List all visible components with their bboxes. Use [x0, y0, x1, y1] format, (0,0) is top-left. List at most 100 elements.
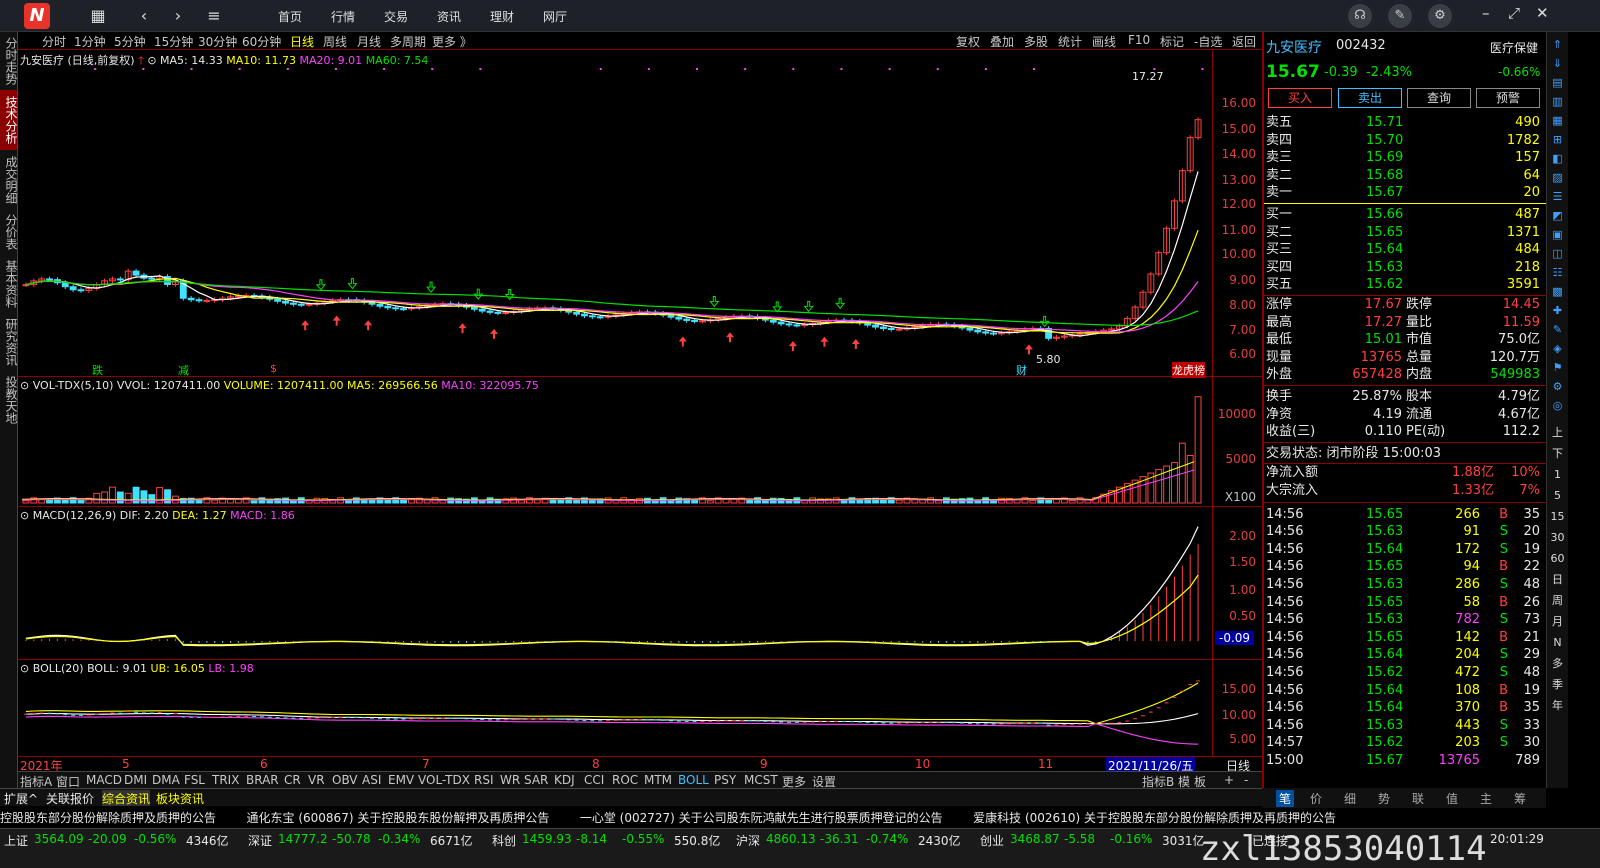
period-shortcut-7[interactable]: 日 — [1549, 571, 1566, 588]
tool-icon-1[interactable]: ⇓ — [1549, 55, 1566, 72]
tool-icon-0[interactable]: ⇑ — [1549, 36, 1566, 53]
indicator-tab-17[interactable]: KDJ — [554, 773, 575, 787]
bid-row[interactable]: 买五 15.62 3591 — [1266, 276, 1544, 293]
index-name[interactable]: 深证 — [248, 832, 272, 849]
period-shortcut-6[interactable]: 60 — [1549, 550, 1566, 567]
right-bottom-tab-2[interactable]: 细 — [1344, 790, 1356, 807]
tick-row[interactable]: 14:56 15.65 266 B 35 — [1266, 506, 1544, 523]
ask-row[interactable]: 卖一 15.67 20 — [1266, 184, 1544, 201]
tick-row[interactable]: 14:56 15.64 370 B 35 — [1266, 699, 1544, 716]
volume-panel[interactable]: ⊙ VOL-TDX(5,10) VVOL: 1207411.00 VOLUME:… — [18, 377, 1262, 507]
nav-trade[interactable]: 交易 — [384, 8, 408, 25]
index-name[interactable]: 沪深 — [736, 832, 760, 849]
tick-row[interactable]: 15:00 15.67 13765 789 — [1266, 752, 1544, 769]
right-bottom-tab-5[interactable]: 值 — [1446, 790, 1458, 807]
btn-multi-stock[interactable]: 多股 — [1024, 33, 1048, 50]
period-more[interactable]: 更多 》 — [432, 33, 472, 50]
sell-button[interactable]: 卖出 — [1338, 88, 1402, 108]
event-reduce[interactable]: 减 — [178, 362, 189, 378]
indicator-tab-7[interactable]: BRAR — [246, 773, 279, 787]
tool-icon-9[interactable]: ◩ — [1549, 207, 1566, 224]
minimize-icon[interactable]: – — [1482, 4, 1490, 22]
nav-home[interactable]: 首页 — [278, 8, 302, 25]
period-weekly[interactable]: 周线 — [323, 33, 347, 50]
tool-icon-16[interactable]: ◈ — [1549, 340, 1566, 357]
indicator-tab-19[interactable]: ROC — [612, 773, 638, 787]
query-button[interactable]: 查询 — [1407, 88, 1471, 108]
news-ticker[interactable]: 控股股东部分股份解除质押及质押的公告 通化东宝 (600867) 关于控股股东股… — [0, 806, 1336, 828]
tab-education[interactable]: 投教天地 — [0, 372, 18, 428]
indicator-tab-21[interactable]: BOLL — [678, 773, 709, 787]
indicator-tab-2[interactable]: MACD — [86, 773, 122, 787]
tool-icon-5[interactable]: ⊞ — [1549, 131, 1566, 148]
period-shortcut-11[interactable]: 多 — [1549, 655, 1566, 672]
tool-icon-7[interactable]: ▨ — [1549, 169, 1566, 186]
period-5min[interactable]: 5分钟 — [114, 33, 146, 50]
right-bottom-tab-7[interactable]: 筹 — [1514, 790, 1526, 807]
index-name[interactable]: 创业 — [980, 832, 1004, 849]
index-name[interactable]: 科创 — [492, 832, 516, 849]
btn-overlay[interactable]: 叠加 — [990, 33, 1014, 50]
kline-chart[interactable] — [18, 50, 1262, 377]
block-inflow-row[interactable]: 大宗流入 1.33亿 7% — [1266, 482, 1544, 499]
stat-row[interactable]: 外盘 657428 内盘 549983 — [1266, 366, 1544, 383]
index-name[interactable]: 上证 — [4, 832, 28, 849]
close-icon[interactable]: ✕ — [1536, 4, 1549, 22]
restore-icon[interactable]: ⤢ — [1508, 4, 1520, 22]
bid-row[interactable]: 买四 15.63 218 — [1266, 259, 1544, 276]
period-60min[interactable]: 60分钟 — [242, 33, 281, 50]
nav-market[interactable]: 行情 — [331, 8, 355, 25]
headset-icon[interactable]: ☊ — [1348, 4, 1372, 28]
indicator-tab-18[interactable]: CCI — [584, 773, 604, 787]
tool-icon-15[interactable]: ✎ — [1549, 321, 1566, 338]
dropdown-icon[interactable]: ⊙ — [20, 379, 29, 392]
tick-row[interactable]: 14:56 15.64 108 B 19 — [1266, 682, 1544, 699]
net-inflow-row[interactable]: 净流入额 1.88亿 10% — [1266, 464, 1544, 481]
tool-icon-6[interactable]: ◧ — [1549, 150, 1566, 167]
bid-row[interactable]: 买一 15.66 487 — [1266, 206, 1544, 223]
tick-row[interactable]: 14:56 15.65 58 B 26 — [1266, 594, 1544, 611]
period-1min[interactable]: 1分钟 — [74, 33, 106, 50]
event-drop[interactable]: 跌 — [92, 362, 103, 378]
indicator-tab-6[interactable]: TRIX — [212, 773, 239, 787]
btn-stats[interactable]: 统计 — [1058, 33, 1082, 50]
trade-status-row[interactable]: 交易状态: 闭市阶段 15:00:03 — [1266, 445, 1544, 462]
stat-row[interactable]: 净资 4.19 流通 4.67亿 — [1266, 406, 1544, 423]
sector-news-tab[interactable]: 板块资讯 — [156, 790, 204, 807]
dropdown-icon[interactable]: ⊙ — [20, 509, 29, 522]
macd-chart[interactable] — [18, 507, 1262, 660]
nav-hall[interactable]: 网厅 — [543, 8, 567, 25]
event-dragon-tiger[interactable]: 龙虎榜 — [1172, 362, 1205, 378]
indicator-tab-8[interactable]: CR — [284, 773, 301, 787]
btn-draw[interactable]: 画线 — [1092, 33, 1116, 50]
ask-row[interactable]: 卖三 15.69 157 — [1266, 149, 1544, 166]
btn-return[interactable]: 返回 — [1232, 33, 1256, 50]
macd-panel[interactable]: ⊙ MACD(12,26,9) DIF: 2.20 DEA: 1.27 MACD… — [18, 507, 1262, 660]
wrench-icon[interactable]: ✎ — [1388, 4, 1412, 28]
period-multi[interactable]: 多周期 — [390, 33, 426, 50]
stat-row[interactable]: 换手 25.87% 股本 4.79亿 — [1266, 388, 1544, 405]
bid-row[interactable]: 买三 15.64 484 — [1266, 241, 1544, 258]
tool-icon-8[interactable]: ☰ — [1549, 188, 1566, 205]
tab-technical[interactable]: 技术分析 — [0, 90, 18, 150]
period-shortcut-2[interactable]: 1 — [1549, 466, 1566, 483]
period-shortcut-12[interactable]: 季 — [1549, 676, 1566, 693]
btn-f10[interactable]: F10 — [1128, 33, 1150, 47]
stat-row[interactable]: 最低 15.01 市值 75.0亿 — [1266, 331, 1544, 348]
period-shortcut-13[interactable]: 年 — [1549, 697, 1566, 714]
dropdown-icon[interactable]: ⊙ — [147, 54, 156, 67]
indicator-tab-11[interactable]: ASI — [362, 773, 381, 787]
right-bottom-tab-6[interactable]: 主 — [1480, 790, 1492, 807]
period-shortcut-3[interactable]: 5 — [1549, 487, 1566, 504]
forward-arrow-icon[interactable]: › — [168, 6, 188, 26]
alert-button[interactable]: 预警 — [1476, 88, 1540, 108]
tick-row[interactable]: 14:57 15.62 203 S 30 — [1266, 734, 1544, 751]
right-bottom-tab-1[interactable]: 价 — [1310, 790, 1322, 807]
gear-icon[interactable]: ⚙ — [1428, 4, 1452, 28]
stat-row[interactable]: 现量 13765 总量 120.7万 — [1266, 349, 1544, 366]
indicator-tab-20[interactable]: MTM — [644, 773, 672, 787]
tool-icon-12[interactable]: ☷ — [1549, 264, 1566, 281]
tab-research[interactable]: 研究资讯 — [0, 314, 18, 370]
indicator-tab-15[interactable]: WR — [500, 773, 520, 787]
period-shortcut-0[interactable]: 上 — [1549, 424, 1566, 441]
